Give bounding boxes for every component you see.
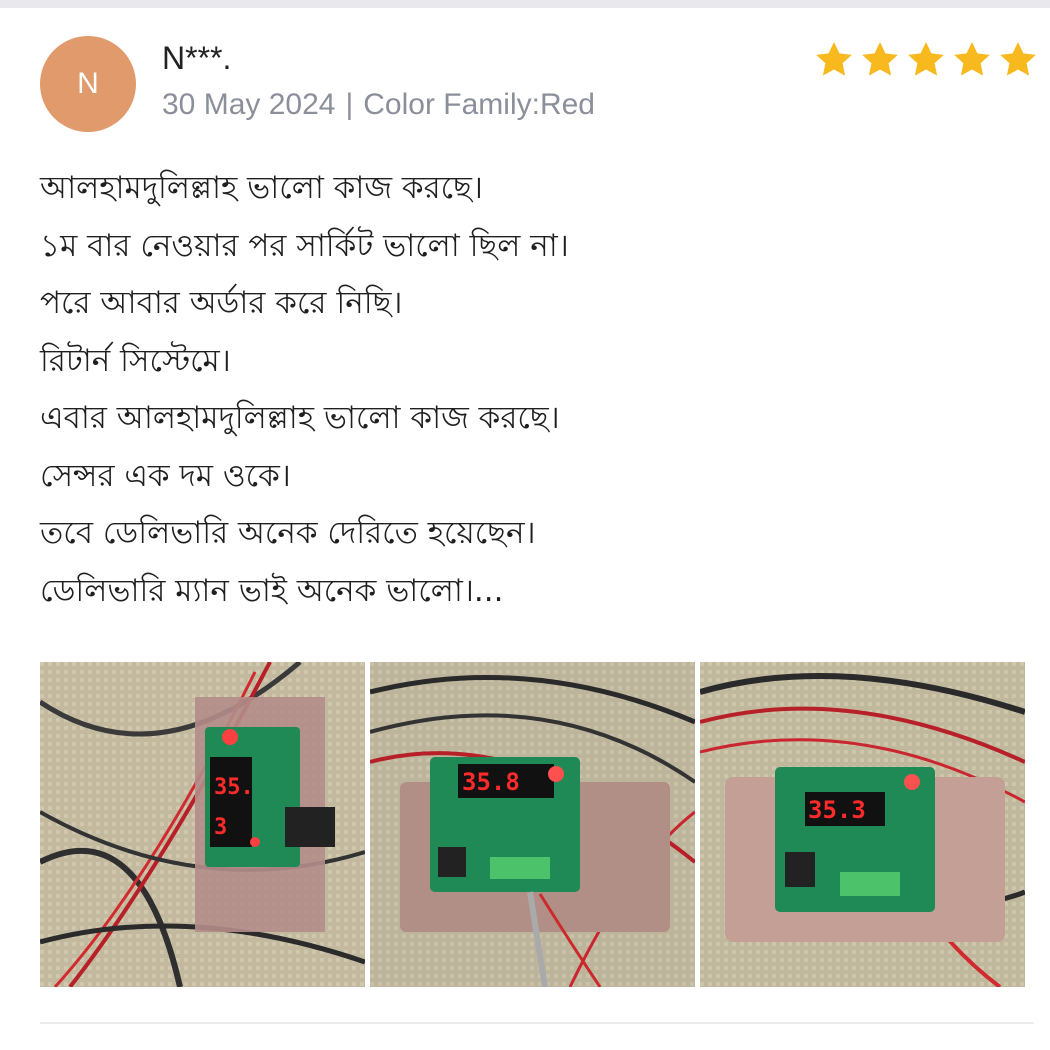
review-line: পরে আবার অর্ডার করে নিছি। (40, 285, 403, 321)
star-icon (954, 42, 990, 76)
review-line: এবার আলহামদুলিল্লাহ ভালো কাজ করছে। (40, 400, 560, 436)
star-rating (812, 38, 1040, 82)
star-icon (908, 42, 944, 76)
review-photo[interactable]: 35.3 (700, 662, 1025, 987)
led-display: 35. (214, 775, 254, 800)
star-icon (816, 42, 852, 76)
review-line: ১ম বার নেওয়ার পর সার্কিট ভালো ছিল না। (40, 227, 569, 264)
avatar: N (40, 36, 136, 132)
review-line: সেন্সর এক দম ওকে। (40, 457, 291, 494)
review-meta: 30 May 2024 | Color Family:Red (162, 88, 595, 122)
review-photo[interactable]: 35.8 (370, 662, 695, 987)
star-icon (862, 42, 898, 76)
review-line: ডেলিভারি ম্যান ভাই অনেক ভালো।... (40, 572, 504, 609)
variant-label: Color Family:Red (363, 88, 595, 121)
star-icon (1000, 42, 1036, 76)
meta-separator: | (345, 88, 354, 121)
top-separator-strip (0, 0, 1050, 8)
review-photos: 35. 3 35.8 35.3 (40, 662, 1025, 987)
review-photo[interactable]: 35. 3 (40, 662, 365, 987)
led-display: 3 (214, 815, 227, 840)
led-display: 35.8 (462, 768, 520, 796)
led-display: 35.3 (808, 796, 866, 824)
review-body: আলহামদুলিল্লাহ ভালো কাজ করছে। ১ম বার নেও… (40, 160, 1020, 620)
avatar-initial: N (77, 67, 99, 100)
bottom-divider (40, 1022, 1034, 1024)
review-line: আলহামদুলিল্লাহ ভালো কাজ করছে। (40, 170, 484, 206)
reviewer-name: N***. (162, 40, 232, 76)
review-line: তবে ডেলিভারি অনেক দেরিতে হয়েছেন। (40, 515, 536, 551)
review-line: রিটার্ন সিস্টেমে। (40, 342, 231, 379)
review-date: 30 May 2024 (162, 88, 336, 121)
